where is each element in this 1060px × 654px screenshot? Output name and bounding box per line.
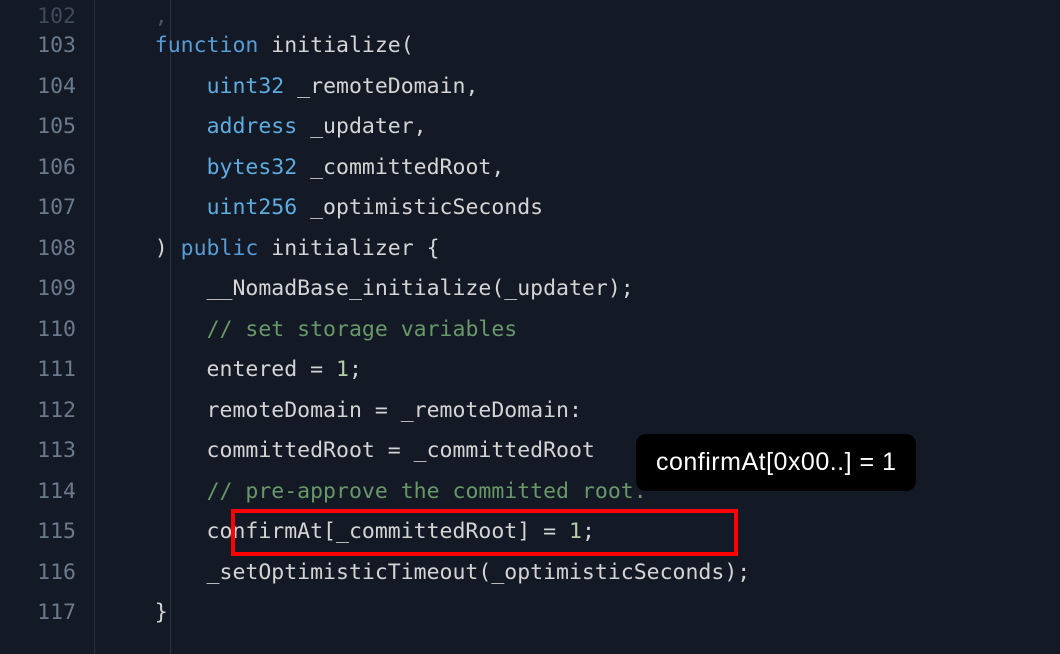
line-number: 117 (0, 593, 94, 634)
code-token: _committedRoot, (297, 155, 504, 180)
annotation-tooltip: confirmAt[0x00..] = 1 (636, 434, 916, 491)
code-line[interactable]: entered = 1; (95, 350, 1060, 391)
code-token: 1 (336, 357, 349, 382)
code-token (103, 479, 207, 504)
code-line[interactable]: remoteDomain = _remoteDomain: (95, 391, 1060, 432)
code-token: ; (349, 357, 362, 382)
code-line[interactable]: function initialize( (95, 26, 1060, 67)
line-gutter: 1021031041051061071081091101111121131141… (0, 0, 95, 654)
code-token (103, 33, 155, 58)
code-line[interactable]: // set storage variables (95, 310, 1060, 351)
code-token: _setOptimisticTimeout(_optimisticSeconds… (103, 560, 750, 585)
code-token: // set storage variables (207, 317, 518, 342)
line-number: 116 (0, 553, 94, 594)
code-token: initialize( (258, 33, 413, 58)
code-token (103, 317, 207, 342)
code-token: uint32 (207, 74, 285, 99)
line-number: 109 (0, 269, 94, 310)
code-line[interactable]: ) public initializer { (95, 229, 1060, 270)
code-line[interactable]: , (95, 8, 1060, 26)
code-token: public (181, 236, 259, 261)
code-token: uint256 (207, 195, 298, 220)
code-token (103, 114, 207, 139)
line-number: 102 (0, 8, 94, 26)
line-number: 108 (0, 229, 94, 270)
code-token: _optimisticSeconds (297, 195, 543, 220)
code-line[interactable]: confirmAt[_committedRoot] = 1; (95, 512, 1060, 553)
line-number: 110 (0, 310, 94, 351)
code-line[interactable]: address _updater, (95, 107, 1060, 148)
code-editor: 1021031041051061071081091101111121131141… (0, 0, 1060, 654)
code-token: ; (582, 519, 595, 544)
code-token: _remoteDomain, (284, 74, 478, 99)
code-token: confirmAt[_committedRoot] = (103, 519, 569, 544)
code-area[interactable]: , function initialize( uint32 _remoteDom… (95, 0, 1060, 654)
code-token: bytes32 (207, 155, 298, 180)
line-number: 103 (0, 26, 94, 67)
code-line[interactable]: __NomadBase_initialize(_updater); (95, 269, 1060, 310)
code-token: // pre-approve the committed root. (207, 479, 647, 504)
code-token: } (103, 600, 168, 625)
line-number: 104 (0, 67, 94, 108)
line-number: 106 (0, 148, 94, 189)
code-token: initializer { (258, 236, 439, 261)
code-token (103, 195, 207, 220)
code-token (103, 74, 207, 99)
code-token (103, 155, 207, 180)
line-number: 105 (0, 107, 94, 148)
code-token: entered = (103, 357, 336, 382)
code-line[interactable]: uint32 _remoteDomain, (95, 67, 1060, 108)
code-token: ) (103, 236, 181, 261)
line-number: 111 (0, 350, 94, 391)
code-token: remoteDomain = _remoteDomain: (103, 398, 582, 423)
code-line[interactable]: } (95, 593, 1060, 634)
line-number: 113 (0, 431, 94, 472)
code-line[interactable]: uint256 _optimisticSeconds (95, 188, 1060, 229)
line-number: 107 (0, 188, 94, 229)
line-number: 115 (0, 512, 94, 553)
code-line[interactable]: _setOptimisticTimeout(_optimisticSeconds… (95, 553, 1060, 594)
code-token: __NomadBase_initialize(_updater); (103, 276, 634, 301)
code-token: _updater, (297, 114, 426, 139)
code-line[interactable]: bytes32 _committedRoot, (95, 148, 1060, 189)
code-token: 1 (569, 519, 582, 544)
code-token: function (155, 33, 259, 58)
code-token: committedRoot = _committedRoot (103, 438, 595, 463)
code-token: address (207, 114, 298, 139)
line-number: 114 (0, 472, 94, 513)
line-number: 112 (0, 391, 94, 432)
